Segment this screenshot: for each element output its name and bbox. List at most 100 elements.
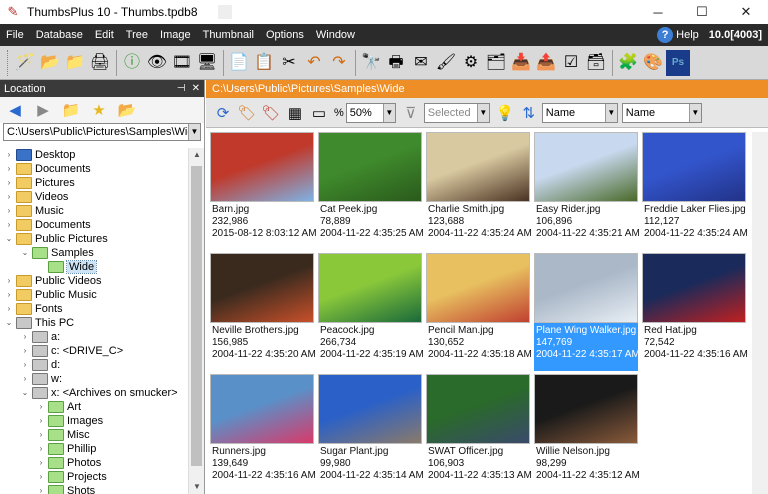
tree-item[interactable]: › Images <box>0 414 188 428</box>
chevron-down-icon[interactable]: ⌄ <box>20 246 30 260</box>
thumbnail-image[interactable] <box>318 132 422 202</box>
tree-item[interactable]: › c: <DRIVE_C> <box>0 344 188 358</box>
tree-item[interactable]: › Art <box>0 400 188 414</box>
tree-item[interactable]: › Pictures <box>0 176 188 190</box>
sort-field-1[interactable]: Name <box>543 107 605 119</box>
pin-icon[interactable]: ⊣ <box>177 83 186 94</box>
chevron-down-icon[interactable]: ▼ <box>604 103 617 122</box>
menu-database[interactable]: Database <box>30 24 89 46</box>
chevron-right-icon[interactable]: › <box>4 162 14 176</box>
thumbnail-item[interactable]: Charlie Smith.jpg 123,688 2004-11-22 4:35:… <box>426 132 532 250</box>
thumbnail-image[interactable] <box>426 374 530 444</box>
tag-icon[interactable]: 🏷 <box>236 102 258 124</box>
thumbnail-item[interactable]: Cat Peek.jpg 78,889 2004-11-22 4:35:25 AM <box>318 132 424 250</box>
import-icon[interactable]: 📥 <box>509 50 533 76</box>
tree-item[interactable]: › Fonts <box>0 302 188 316</box>
chevron-right-icon[interactable]: › <box>36 428 46 442</box>
thumbnail-image[interactable] <box>642 253 746 323</box>
maximize-button[interactable]: ☐ <box>680 0 724 24</box>
menu-window[interactable]: Window <box>310 24 361 46</box>
thumbnail-item[interactable]: SWAT Officer.jpg 106,903 2004-11-22 4:35:1… <box>426 374 532 492</box>
thumbnail-image[interactable] <box>210 253 314 323</box>
chevron-right-icon[interactable]: › <box>4 288 14 302</box>
chevron-down-icon[interactable]: ▼ <box>476 103 489 122</box>
monitor-icon[interactable]: 🖥 <box>195 50 219 76</box>
add-favorite-icon[interactable]: 📂 <box>116 100 138 120</box>
zoom-value[interactable]: 50% <box>347 107 383 119</box>
tree-item[interactable]: › Projects <box>0 470 188 484</box>
sort-field-select-2[interactable]: Name ▼ <box>621 102 702 123</box>
tree-item[interactable]: ⌄ Samples <box>0 246 188 260</box>
email-icon[interactable]: ✉ <box>409 50 433 76</box>
toolbar-grip[interactable] <box>7 49 10 76</box>
tree-item[interactable]: Wide <box>0 260 188 274</box>
thumbnail-item[interactable]: Barn.jpg 232,986 2015-08-12 8:03:12 AM <box>210 132 317 250</box>
tree-item[interactable]: ⌄ This PC <box>0 316 188 330</box>
thumbnail-image[interactable] <box>210 374 314 444</box>
chevron-right-icon[interactable]: › <box>4 302 14 316</box>
chevron-right-icon[interactable]: › <box>20 358 30 372</box>
thumbnail-item[interactable]: Runners.jpg 139,649 2004-11-22 4:35:16 AM <box>210 374 316 492</box>
tree-item[interactable]: › Music <box>0 204 188 218</box>
filter-icon[interactable]: ⊽ <box>400 102 422 124</box>
chevron-down-icon[interactable]: ▼ <box>688 103 701 122</box>
zoom-select[interactable]: 50% ▼ <box>345 102 396 123</box>
thumbnail-image[interactable] <box>534 253 638 323</box>
thumbnail-image[interactable] <box>642 132 746 202</box>
chevron-right-icon[interactable]: › <box>4 204 14 218</box>
filter-select[interactable]: Selected ▼ <box>423 102 490 123</box>
tree-item[interactable]: › Phillip <box>0 442 188 456</box>
filter-value[interactable]: Selected <box>425 107 477 119</box>
chevron-right-icon[interactable]: › <box>20 330 30 344</box>
export-icon[interactable]: 📤 <box>534 50 558 76</box>
help-menu[interactable]: Help <box>676 29 699 41</box>
thumbnail-image[interactable] <box>426 253 530 323</box>
view-mode-icon[interactable]: ▦ <box>284 102 306 124</box>
copy-icon[interactable]: 📄 <box>227 50 251 76</box>
chevron-right-icon[interactable]: › <box>20 372 30 386</box>
menu-edit[interactable]: Edit <box>89 24 120 46</box>
tree-item[interactable]: ⌄ x: <Archives on smucker> <box>0 386 188 400</box>
open-folder-icon[interactable]: 📂 <box>38 50 62 76</box>
menu-tree[interactable]: Tree <box>120 24 154 46</box>
thumbnail-item[interactable]: Sugar Plant.jpg 99,980 2004-11-22 4:35:14 … <box>318 374 424 492</box>
tree-item[interactable]: › Misc <box>0 428 188 442</box>
tree-item[interactable]: › Public Videos <box>0 274 188 288</box>
chevron-right-icon[interactable]: › <box>36 484 46 494</box>
scroll-up-icon[interactable]: ▲ <box>189 148 205 162</box>
sort-field-select-1[interactable]: Name ▼ <box>541 102 618 123</box>
thumbnail-item[interactable]: Plane Wing Walker.jpg 147,769 2004-11-22 4… <box>534 253 640 371</box>
chevron-right-icon[interactable]: › <box>4 176 14 190</box>
chevron-right-icon[interactable]: › <box>4 148 14 162</box>
menu-thumbnail[interactable]: Thumbnail <box>197 24 260 46</box>
folder-icon[interactable]: 📁 <box>63 50 87 76</box>
thumbnail-image[interactable] <box>210 132 314 202</box>
thumbnail-scrollbar[interactable] <box>752 132 768 494</box>
brush-icon[interactable]: 🖌 <box>434 50 458 76</box>
checklist-icon[interactable]: ☑ <box>559 50 583 76</box>
tree-item[interactable]: › Shots <box>0 484 188 494</box>
help-icon[interactable]: ? <box>657 27 674 43</box>
thumbnail-item[interactable]: Red Hat.jpg 72,542 2004-11-22 4:35:16 AM <box>642 253 748 371</box>
tree-scroll-thumb[interactable] <box>191 166 202 466</box>
plugin-icon[interactable]: 🧩 <box>616 50 640 76</box>
tree-scrollbar[interactable]: ▲ ▼ <box>188 148 204 494</box>
thumbnail-item[interactable]: Pencil Man.jpg 130,652 2004-11-22 4:35:18 … <box>426 253 532 371</box>
thumbnail-image[interactable] <box>318 374 422 444</box>
chevron-right-icon[interactable]: › <box>36 456 46 470</box>
close-pane-icon[interactable]: ✕ <box>192 83 200 94</box>
convert-icon[interactable]: ⚙ <box>459 50 483 76</box>
eye-icon[interactable]: 👁 <box>145 50 169 76</box>
chevron-down-icon[interactable]: ⌄ <box>4 316 14 330</box>
thumbnail-image[interactable] <box>534 132 638 202</box>
close-button[interactable]: ✕ <box>724 0 768 24</box>
forward-icon[interactable]: ▶ <box>32 100 54 120</box>
menu-image[interactable]: Image <box>154 24 197 46</box>
thumbnail-size-icon[interactable]: ▭ <box>308 102 330 124</box>
find-icon[interactable]: 🔭 <box>359 50 383 76</box>
location-path[interactable]: C:\Users\Public\Pictures\Samples\Wide <box>4 126 188 138</box>
photoshop-icon[interactable]: Ps <box>666 49 690 76</box>
tree-item[interactable]: › Documents <box>0 162 188 176</box>
refresh-icon[interactable]: ⟳ <box>212 102 234 124</box>
batch-icon[interactable]: 🗃 <box>584 50 608 76</box>
